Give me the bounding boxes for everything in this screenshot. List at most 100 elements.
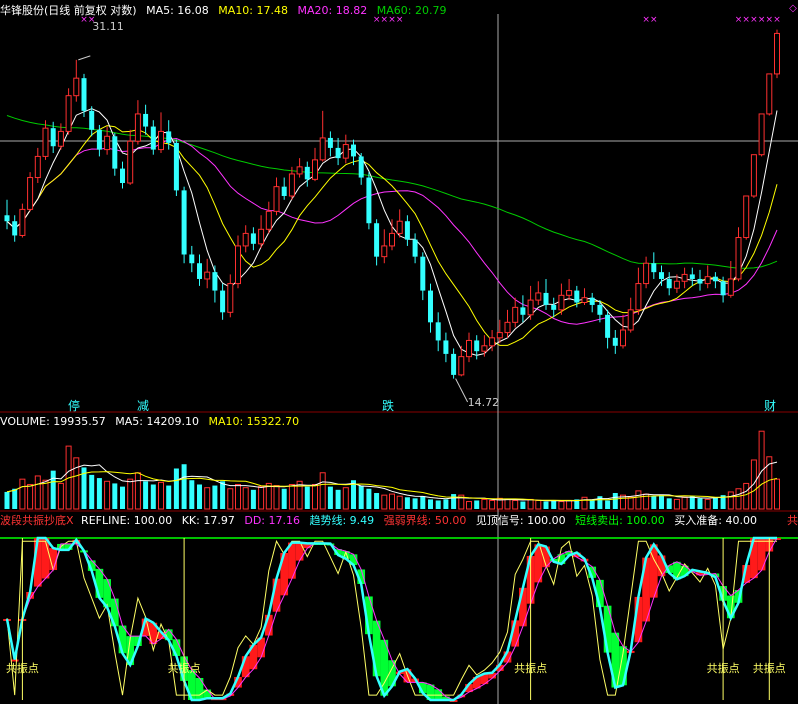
candle-body-up	[273, 186, 280, 212]
volume-bar-down	[189, 480, 195, 509]
candle-body-down	[651, 263, 657, 273]
volume-bar-up	[566, 499, 573, 510]
volume-bar-down	[304, 486, 310, 509]
candle-body-up	[158, 130, 164, 151]
volume-bar-up	[396, 495, 403, 510]
indicator-green-box	[203, 689, 212, 699]
candle-body-up	[19, 208, 26, 236]
ma5-value: MA5: 16.08	[146, 4, 209, 17]
volume-bar-down	[589, 499, 595, 509]
candle-body-up	[758, 113, 765, 156]
price-panel-header: 华锋股份(日线 前复权 对数) MA5: 16.08 MA10: 17.48 M…	[0, 3, 452, 19]
candle-body-up	[512, 306, 519, 323]
indicator-tail-label: 共	[787, 514, 798, 527]
volume-bar-down	[520, 501, 526, 509]
candle-body-up	[65, 95, 72, 132]
volume-bar-up	[242, 487, 249, 510]
candle-body-up	[389, 232, 395, 247]
signal-label: 共振点	[168, 661, 201, 675]
volume-bar-up	[581, 496, 588, 510]
vol-ma5-value: MA5: 14209.10	[115, 415, 199, 428]
candle-body-down	[150, 126, 156, 150]
candle-body-up	[396, 220, 403, 234]
volume-bar-up	[227, 488, 234, 510]
volume-bar-down	[451, 494, 457, 509]
candle-body-down	[551, 304, 557, 310]
indicator-tail: 共	[787, 513, 798, 529]
candle-body-up	[527, 299, 534, 316]
top-marker: ×	[750, 15, 758, 25]
candle-body-down	[327, 137, 333, 148]
candle-body-down	[50, 128, 56, 147]
volume-bar-up	[673, 498, 680, 510]
volume-bar-down	[474, 500, 480, 509]
volume-bar-up	[265, 482, 272, 510]
volume-bar-up	[312, 483, 318, 510]
candle-body-up	[458, 356, 465, 376]
volume-bar-up	[19, 478, 26, 510]
candle-body-down	[659, 272, 664, 279]
candle-body-down	[12, 221, 18, 236]
volume-bar-up	[204, 487, 211, 510]
indicator-red-box	[519, 587, 527, 627]
volume-bar-down	[712, 497, 718, 509]
candle-body-down	[120, 168, 125, 183]
dd-value: DD: 17.16	[244, 514, 300, 527]
candle-body-up	[57, 130, 64, 147]
volume-bar-down	[12, 488, 18, 509]
candle-body-down	[351, 144, 356, 157]
candle-body-up	[566, 290, 573, 296]
volume-bar-up	[389, 493, 395, 510]
candle-body-up	[466, 339, 472, 358]
candle-body-up	[743, 195, 750, 239]
volume-bar-down	[443, 499, 449, 509]
event-label: 减	[137, 399, 149, 413]
volume-bar-down	[112, 483, 118, 509]
top-signal-value: 见顶信号: 100.00	[475, 514, 566, 527]
candle-body-up	[381, 245, 388, 258]
volume-bar-down	[605, 500, 611, 509]
candle-body-up	[558, 294, 565, 311]
candle-body-down	[712, 276, 718, 282]
candle-body-up	[766, 73, 773, 115]
candle-body-up	[750, 154, 757, 197]
candle-body-up	[735, 237, 742, 280]
candle-body-up	[481, 345, 488, 352]
candle-body-down	[697, 278, 703, 284]
top-marker: ×	[758, 15, 766, 25]
candle-body-up	[104, 135, 111, 151]
indicator-red-box	[41, 538, 50, 579]
ma60-value: MA60: 20.79	[376, 4, 447, 17]
volume-bar-down	[50, 470, 56, 509]
volume-bar-down	[166, 485, 172, 509]
volume-bar-down	[666, 498, 672, 509]
candle-body-down	[543, 292, 549, 305]
signal-label: 共振点	[514, 661, 547, 675]
volume-bar-up	[527, 498, 534, 510]
volume-bar-up	[27, 483, 34, 510]
volume-bar-up	[466, 501, 472, 510]
candle-body-up	[312, 159, 318, 180]
candle-body-down	[143, 113, 149, 127]
kk-value: KK: 17.97	[181, 514, 235, 527]
candle-body-down	[443, 340, 449, 354]
candle-body-up	[535, 292, 542, 301]
volume-bar-up	[558, 501, 565, 510]
top-marker: ×	[735, 15, 743, 25]
candle-body-up	[319, 137, 326, 161]
volume-bar-down	[366, 488, 372, 509]
candle-body-up	[581, 297, 588, 304]
candle-body-down	[428, 290, 433, 323]
signal-label: 共振点	[753, 661, 786, 675]
candle-body-down	[220, 290, 226, 313]
candle-body-up	[204, 271, 211, 280]
volume-bar-up	[127, 478, 134, 510]
volume-bar-down	[435, 500, 441, 509]
corner-marker: ◇	[789, 3, 797, 14]
volume-bar-down	[120, 486, 125, 509]
candle-body-down	[597, 304, 603, 315]
volume-bar-down	[659, 495, 664, 509]
volume-bar-up	[319, 472, 326, 510]
candle-body-up	[635, 283, 642, 311]
volume-bar-down	[412, 498, 418, 509]
